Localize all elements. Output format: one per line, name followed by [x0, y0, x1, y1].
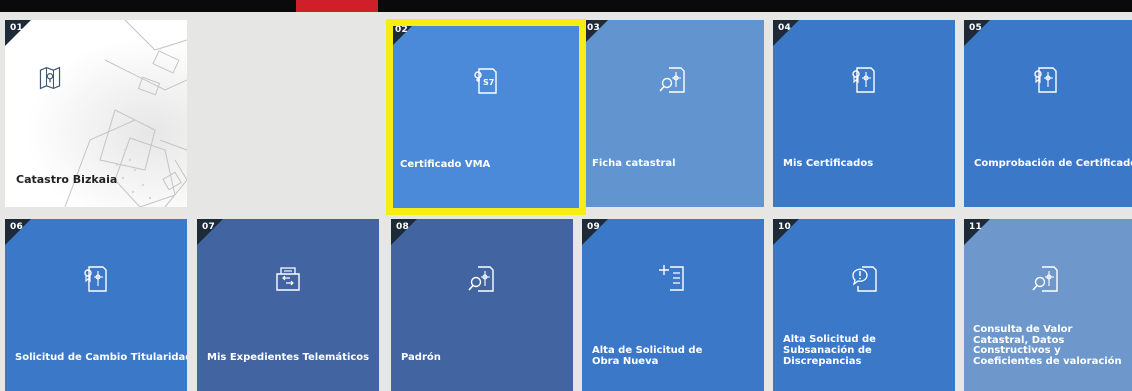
tile-label: Certificado VMA	[400, 159, 491, 170]
top-bar	[0, 0, 1132, 12]
tile-number: 01	[10, 23, 24, 33]
tile-label: Alta de Solicitud de Obra Nueva	[592, 345, 703, 367]
tile-number: 07	[202, 222, 216, 232]
folder-documents-icon	[276, 267, 300, 291]
tile-comprobacion-certificados[interactable]: 05 Comprobación de Certificados	[964, 20, 1132, 207]
tile-label: Alta Solicitud de Subsanación de Discrep…	[783, 334, 876, 367]
tile-mis-certificados[interactable]: 04 Mis Certificados	[773, 20, 955, 207]
tile-certificado-vma[interactable]: 02 S7 Certificado VMA	[390, 22, 582, 210]
document-certificate-icon	[1034, 67, 1057, 93]
document-search-icon	[1032, 266, 1058, 292]
tile-label: Solicitud de Cambio Titularidad	[15, 352, 187, 363]
tile-number: 09	[587, 222, 601, 232]
tile-label: Catastro Bizkaia	[16, 173, 118, 186]
map-icon	[39, 66, 61, 90]
tile-padron[interactable]: 08 Padrón	[391, 219, 573, 391]
document-search-icon	[468, 266, 494, 292]
tile-ficha-catastral[interactable]: 03 Ficha catastral	[582, 20, 764, 207]
tile-label: Mis Expedientes Telemáticos	[207, 352, 370, 363]
document-alert-icon	[852, 266, 877, 292]
tile-number: 02	[395, 25, 409, 35]
tile-number: 06	[10, 222, 24, 232]
tile-number: 08	[396, 222, 410, 232]
tile-alta-solicitud-subsanacion-discrepancias[interactable]: 10 Alta Solicitud de Subsanación de Disc…	[773, 219, 955, 391]
tile-alta-solicitud-obra-nueva[interactable]: 09 Alta de Solicitud de Obra Nueva	[582, 219, 764, 391]
tile-consulta-valor-catastral[interactable]: 11 Consulta de Valor Catastral, Datos Co…	[964, 219, 1132, 391]
document-certificate-icon	[84, 266, 107, 292]
document-certificate-icon	[852, 67, 875, 93]
tile-number: 04	[778, 23, 792, 33]
tile-label: Ficha catastral	[592, 158, 676, 169]
tile-label: Mis Certificados	[783, 158, 874, 169]
tile-label: Padrón	[401, 352, 441, 363]
tile-number: 11	[969, 222, 983, 232]
top-bar-accent	[296, 0, 378, 12]
tile-number: 03	[587, 23, 601, 33]
tile-number: 05	[969, 23, 983, 33]
tile-number: 10	[778, 222, 792, 232]
tile-label: Comprobación de Certificados	[974, 158, 1132, 169]
tile-mis-expedientes-telematicos[interactable]: 07 Mis Expedientes Telemáticos	[197, 219, 379, 391]
tile-solicitud-cambio-titularidad[interactable]: 06 Solicitud de Cambio Titularidad	[5, 219, 187, 391]
add-list-icon	[659, 265, 684, 291]
svg-text:S7: S7	[483, 78, 494, 87]
tile-catastro-bizkaia[interactable]: 738 01 Catastro Bizkaia	[5, 20, 187, 207]
document-search-icon	[659, 67, 685, 93]
tile-label: Consulta de Valor Catastral, Datos Const…	[973, 324, 1122, 367]
document-s7-icon: S7	[474, 68, 497, 94]
